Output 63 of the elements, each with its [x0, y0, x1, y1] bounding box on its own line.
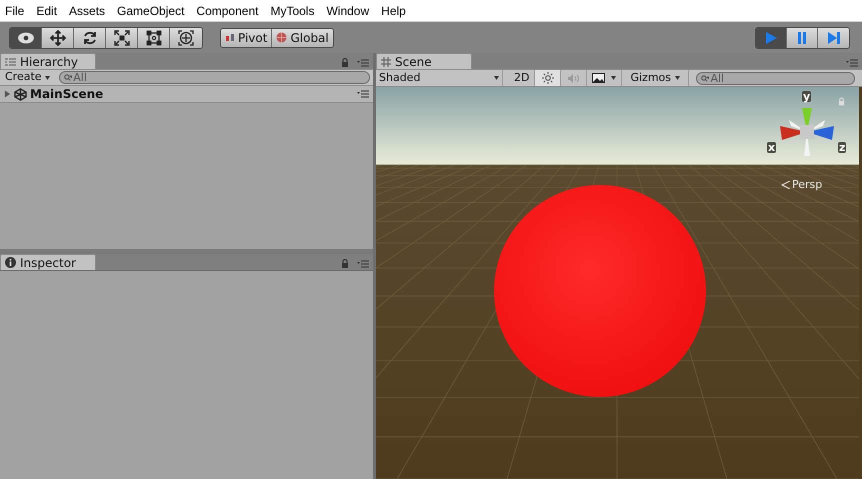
menu-item[interactable]: Help [380, 2, 407, 20]
lock-icon[interactable] [341, 58, 349, 67]
panel-menu-icon[interactable] [357, 90, 369, 98]
scene-viewport[interactable]: y x z Persp [376, 87, 862, 479]
axis-label: z [838, 142, 846, 153]
pivot-icon [225, 33, 235, 42]
play-icon [764, 30, 778, 44]
step-icon [826, 30, 840, 44]
lighting-toggle[interactable] [535, 70, 562, 86]
shading-dropdown[interactable]: Shaded [376, 70, 503, 86]
grid-icon [381, 56, 391, 66]
create-dropdown[interactable]: Create [3, 69, 52, 86]
sun-icon [542, 72, 554, 84]
gizmos-dropdown[interactable]: Gizmos [622, 70, 689, 86]
toggle-button[interactable]: Pivot [221, 28, 272, 46]
menu-item[interactable]: Window [325, 2, 370, 20]
lock-icon[interactable] [341, 259, 349, 268]
step-button[interactable] [818, 28, 849, 48]
perspective-icon [781, 180, 790, 188]
speaker-icon [567, 72, 580, 84]
menu-item[interactable]: MyTools [269, 2, 316, 20]
tool-button[interactable] [10, 28, 42, 48]
expand-arrow-icon[interactable] [4, 90, 11, 98]
toggle-button[interactable]: Global [272, 28, 333, 46]
search-icon [64, 74, 72, 81]
transform-tool-icon [178, 30, 194, 46]
globe-icon [276, 32, 288, 43]
rect-tool-icon [146, 30, 162, 46]
axis-label: y [802, 91, 812, 102]
dropdown-caret-icon [44, 76, 50, 80]
search-icon [701, 74, 710, 82]
panel-menu-icon[interactable] [357, 260, 369, 268]
panel-menu-icon[interactable] [846, 59, 858, 67]
menu-item[interactable]: File [4, 2, 26, 20]
dropdown-caret-icon [611, 76, 616, 80]
projection-toggle[interactable]: Persp [781, 179, 822, 190]
scene-row[interactable]: MainScene [0, 86, 373, 103]
scene-name: MainScene [30, 86, 104, 103]
move-arrows-icon [50, 30, 66, 46]
dropdown-caret-icon [494, 76, 499, 80]
tool-button[interactable] [42, 28, 74, 48]
list-icon [5, 58, 16, 66]
axis-label: x [767, 142, 776, 153]
image-icon [592, 73, 606, 83]
info-icon [5, 257, 16, 268]
tool-button[interactable] [74, 28, 106, 48]
panel-tab[interactable]: Hierarchy [0, 53, 96, 69]
tool-button[interactable] [138, 28, 170, 48]
panel-tab[interactable]: Scene [376, 53, 472, 69]
menu-item[interactable]: GameObject [116, 2, 186, 20]
tool-button[interactable] [106, 28, 138, 48]
menu-item[interactable]: Component [195, 2, 260, 20]
dropdown-caret-icon [675, 76, 680, 80]
tool-button[interactable] [170, 28, 202, 48]
pause-icon [795, 30, 809, 44]
panel-tab[interactable]: Inspector [0, 254, 96, 270]
pause-button[interactable] [787, 28, 818, 48]
eye-icon [18, 30, 34, 46]
scale-icon [114, 30, 130, 46]
panel-menu-icon[interactable] [357, 58, 369, 66]
menu-item[interactable]: Edit [35, 2, 58, 20]
rotate-icon [82, 30, 98, 46]
menu-item[interactable]: Assets [68, 2, 106, 20]
